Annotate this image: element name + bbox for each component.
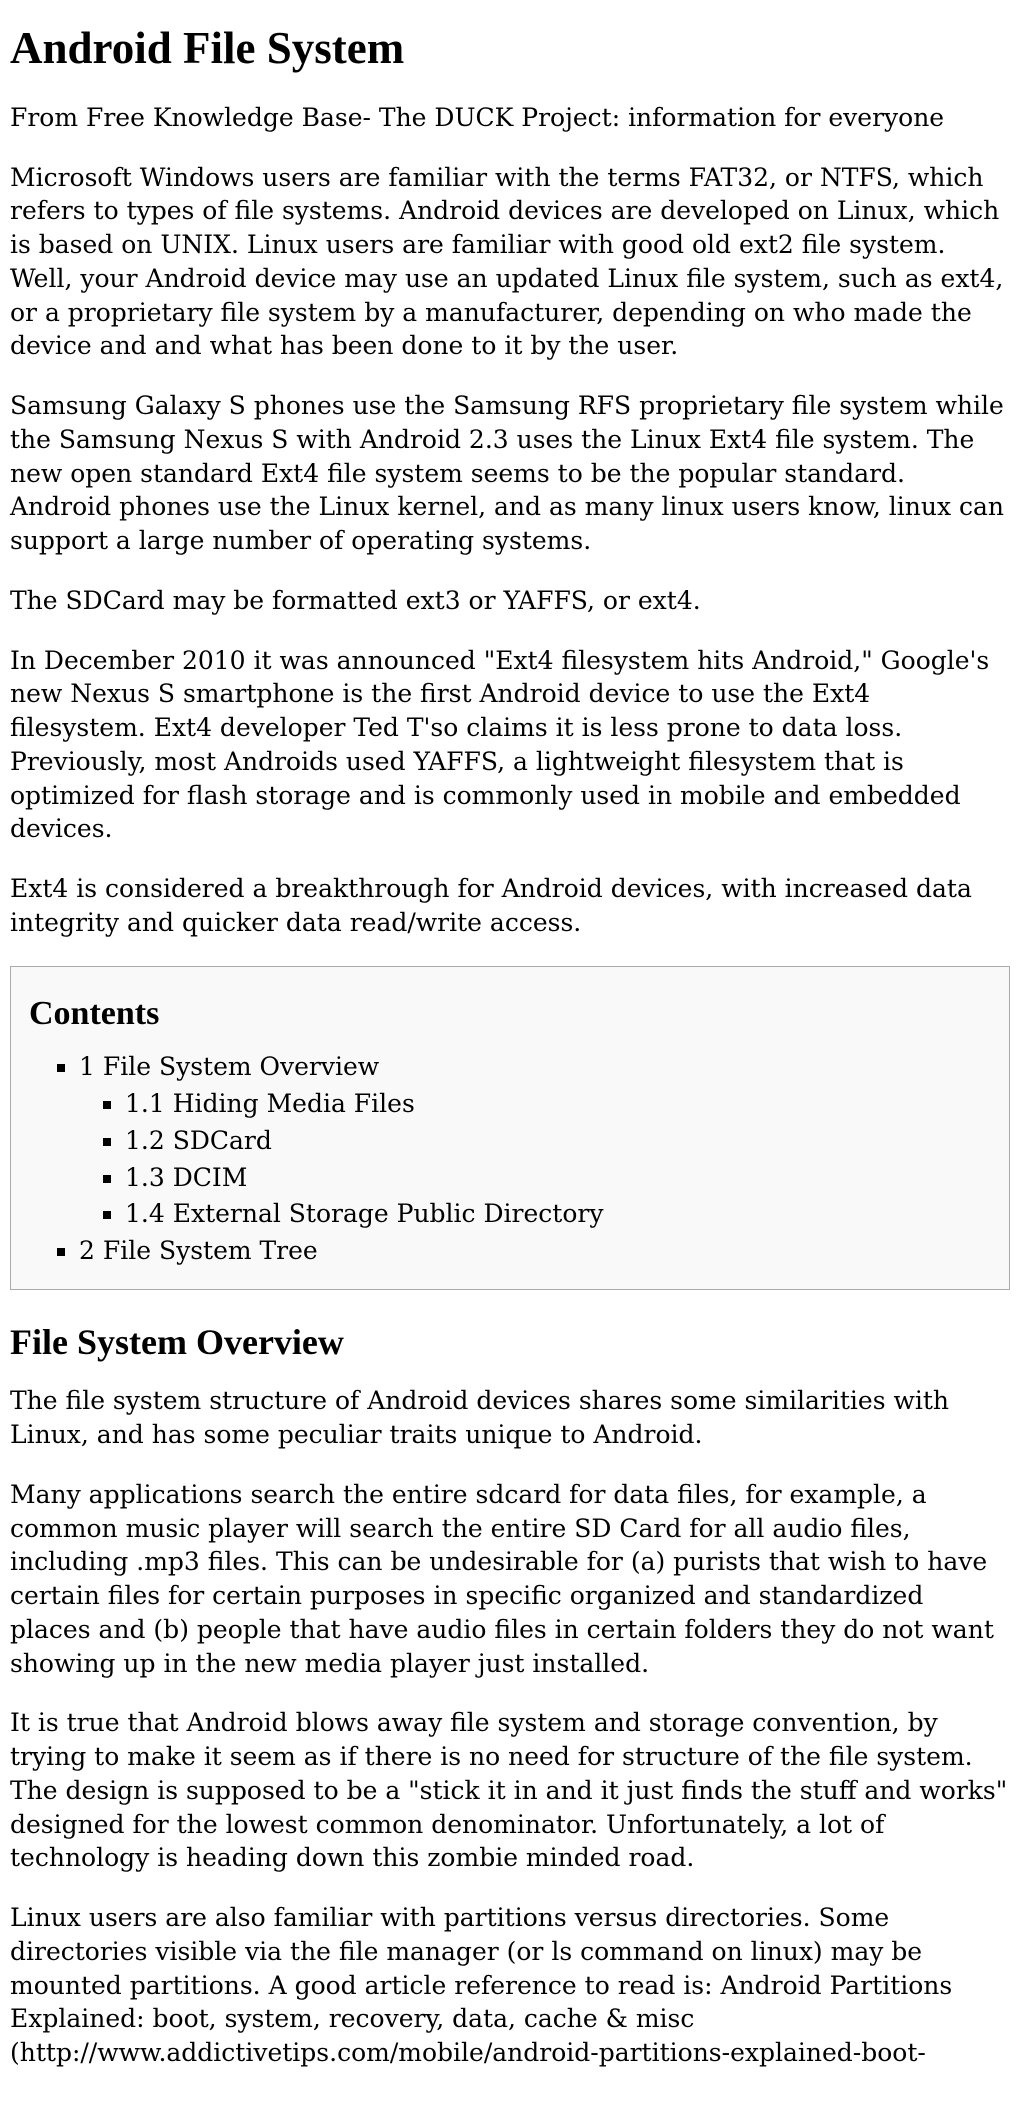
toc-number: 2 [79,1236,95,1265]
toc-item: 2 File System Tree [79,1234,991,1268]
intro-paragraph-4: In December 2010 it was announced "Ext4 … [10,644,1010,847]
intro-paragraph-1: Microsoft Windows users are familiar wit… [10,161,1010,364]
toc-link-dcim[interactable]: 1.3 DCIM [125,1163,247,1192]
section1-paragraph-3: It is true that Android blows away file … [10,1706,1010,1875]
toc-link-file-system-tree[interactable]: 2 File System Tree [79,1236,318,1265]
toc-text: File System Overview [103,1052,379,1081]
toc-number: 1.4 [125,1199,165,1228]
toc-list: 1 File System Overview 1.1 Hiding Media … [29,1050,991,1268]
page-title: Android File System [10,18,1010,79]
section1-paragraph-4: Linux users are also familiar with parti… [10,1901,1010,2070]
toc-link-external-storage[interactable]: 1.4 External Storage Public Directory [125,1199,603,1228]
toc-sublist: 1.1 Hiding Media Files 1.2 SDCard 1.3 [79,1087,991,1231]
toc-link-hiding-media-files[interactable]: 1.1 Hiding Media Files [125,1089,415,1118]
toc-number: 1.2 [125,1126,165,1155]
intro-paragraph-5: Ext4 is considered a breakthrough for An… [10,872,1010,940]
toc-text: External Storage Public Directory [173,1199,604,1228]
section1-paragraph-1: The file system structure of Android dev… [10,1384,1010,1452]
toc-item: 1.3 DCIM [125,1161,991,1195]
toc-item: 1.4 External Storage Public Directory [125,1197,991,1231]
intro-paragraph-2: Samsung Galaxy S phones use the Samsung … [10,389,1010,558]
toc-heading: Contents [29,991,991,1037]
toc-link-sdcard[interactable]: 1.2 SDCard [125,1126,272,1155]
toc-text: Hiding Media Files [173,1089,415,1118]
toc-number: 1.1 [125,1089,165,1118]
page-subtitle: From Free Knowledge Base- The DUCK Proje… [10,101,1010,135]
toc-item: 1 File System Overview 1.1 Hiding Media … [79,1050,991,1231]
intro-paragraph-3: The SDCard may be formatted ext3 or YAFF… [10,584,1010,618]
toc-number: 1.3 [125,1163,165,1192]
toc-text: SDCard [173,1126,272,1155]
table-of-contents: Contents 1 File System Overview 1.1 Hidi… [10,966,1010,1290]
toc-number: 1 [79,1052,95,1081]
toc-link-file-system-overview[interactable]: 1 File System Overview [79,1052,379,1081]
section-heading-file-system-overview: File System Overview [10,1318,1010,1367]
toc-item: 1.2 SDCard [125,1124,991,1158]
toc-text: DCIM [173,1163,248,1192]
section1-paragraph-2: Many applications search the entire sdca… [10,1478,1010,1681]
toc-text: File System Tree [103,1236,318,1265]
toc-item: 1.1 Hiding Media Files [125,1087,991,1121]
